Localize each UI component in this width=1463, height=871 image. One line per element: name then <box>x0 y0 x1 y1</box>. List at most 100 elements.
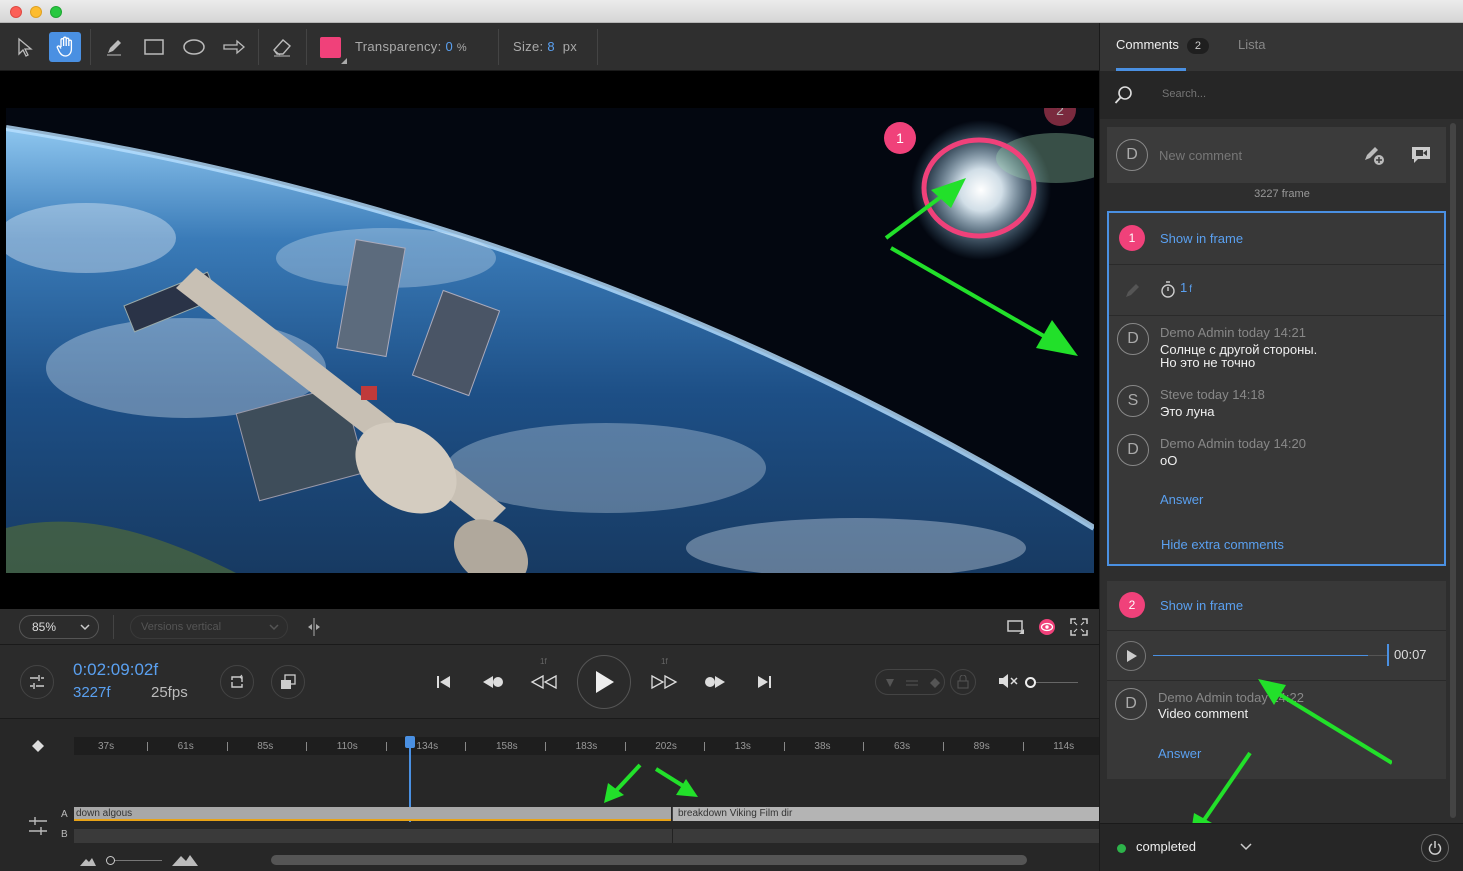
track-a-label: A <box>61 809 68 820</box>
show-in-frame-link[interactable]: Show in frame <box>1160 231 1243 246</box>
chevron-down-icon <box>80 624 90 631</box>
tab-comments[interactable]: Comments 2 <box>1116 37 1209 54</box>
clip-track-a-2[interactable]: breakdown Viking Film dir <box>672 807 1099 821</box>
search-icon[interactable] <box>1114 85 1134 105</box>
zoom-window-button[interactable] <box>50 6 62 18</box>
fullscreen-icon[interactable] <box>1070 618 1088 636</box>
avatar: D <box>1117 434 1149 466</box>
frame-number[interactable]: 3227f <box>73 684 111 701</box>
power-button[interactable] <box>1421 834 1449 862</box>
comment-thread-1[interactable]: 1 Show in frame 1f D Demo Admin today 14… <box>1107 211 1446 566</box>
ruler-tick-line <box>1022 742 1024 751</box>
settings-button[interactable] <box>20 665 54 699</box>
pointer-tool-button[interactable] <box>9 32 41 62</box>
annotation-toolbar: Transparency: 0 % Size: 8 px <box>0 23 1099 71</box>
marker-nav-group[interactable] <box>875 669 945 695</box>
prev-marker-icon <box>483 676 503 688</box>
audio-progress-track[interactable] <box>1153 655 1389 656</box>
go-to-end-button[interactable] <box>752 671 776 693</box>
video-comment-icon[interactable] <box>1411 145 1433 165</box>
previous-marker-button[interactable] <box>481 671 505 693</box>
timeline-scrollbar[interactable] <box>271 855 1027 865</box>
ruler-tick-line <box>465 742 467 751</box>
layers-button[interactable] <box>271 665 305 699</box>
panel-tabs: Comments 2 Lista <box>1100 23 1463 71</box>
eye-toggle-icon[interactable] <box>1038 618 1056 636</box>
keyframe-diamond-icon[interactable] <box>32 740 44 752</box>
ellipse-tool-button[interactable] <box>178 32 210 62</box>
new-comment-box[interactable]: D New comment <box>1107 127 1446 183</box>
video-frame[interactable]: 1 2 <box>6 108 1094 573</box>
panel-scrollbar[interactable] <box>1450 123 1456 818</box>
status-select[interactable]: completed <box>1136 839 1196 854</box>
chevron-down-icon[interactable] <box>1240 843 1252 851</box>
step-back-button[interactable] <box>530 671 558 693</box>
color-picker-swatch[interactable] <box>320 37 341 58</box>
mute-icon[interactable] <box>997 672 1021 690</box>
answer-link[interactable]: Answer <box>1160 492 1203 507</box>
timeline[interactable]: 37s 61s 85s 110s 134s 158s 183s 202s 13s 38s 63s 89… <box>0 719 1104 871</box>
ruler-tick-line <box>863 742 865 751</box>
timeline-zoom-slider[interactable] <box>110 860 162 861</box>
go-to-start-button[interactable] <box>432 671 456 693</box>
eraser-tool-button[interactable] <box>266 32 298 62</box>
size-control[interactable]: Size: 8 px <box>513 39 577 54</box>
zoom-value: 85% <box>32 620 57 634</box>
rectangle-tool-button[interactable] <box>138 32 170 62</box>
clip-track-a-1[interactable]: down algous <box>74 807 671 821</box>
skip-start-icon <box>437 676 450 688</box>
timeline-zoom-handle[interactable] <box>106 856 115 865</box>
show-in-frame-link[interactable]: Show in frame <box>1160 598 1243 613</box>
next-marker-button[interactable] <box>703 671 727 693</box>
stopwatch-icon <box>1161 281 1175 298</box>
draw-annotation-icon[interactable] <box>1362 144 1386 166</box>
hand-tool-button[interactable] <box>49 32 81 62</box>
lock-button[interactable] <box>950 669 976 695</box>
close-window-button[interactable] <box>10 6 22 18</box>
ruler-tick-label: 158s <box>496 741 518 752</box>
chevron-down-icon <box>269 624 279 631</box>
hide-extra-comments-link[interactable]: Hide extra comments <box>1161 537 1284 552</box>
transparency-control[interactable]: Transparency: 0 % <box>355 39 467 54</box>
zoom-select[interactable]: 85% <box>19 615 99 639</box>
answer-link[interactable]: Answer <box>1158 746 1201 761</box>
minimize-window-button[interactable] <box>30 6 42 18</box>
annotation-marker-1[interactable]: 1 <box>884 122 916 154</box>
pen-tool-button[interactable] <box>98 32 130 62</box>
video-viewer[interactable]: 1 2 <box>0 71 1099 609</box>
search-input[interactable] <box>1162 88 1422 100</box>
audio-play-button[interactable] <box>1116 641 1146 671</box>
ruler-tick-label: 85s <box>257 741 274 752</box>
volume-slider-handle[interactable] <box>1025 677 1036 688</box>
size-value[interactable]: 8 <box>547 39 555 54</box>
audio-progress-marker[interactable] <box>1387 644 1389 666</box>
ruler-tick-label: 63s <box>894 741 911 752</box>
display-mode-icon[interactable] <box>1007 619 1025 635</box>
ruler-tick-label: 38s <box>814 741 831 752</box>
playhead-handle[interactable] <box>405 736 415 748</box>
comment-thread-2[interactable]: 2 Show in frame 00:07 D Demo Admin today… <box>1107 581 1446 779</box>
marker-nav-icon <box>886 678 940 688</box>
step-forward-button[interactable] <box>650 671 678 693</box>
zoom-in-mountain-icon[interactable] <box>172 853 198 866</box>
comment-meta: Demo Admin today 14:21 <box>1160 325 1306 340</box>
split-view-icon[interactable] <box>306 618 322 636</box>
volume-slider[interactable] <box>1030 682 1078 683</box>
ruler-tick-label: 61s <box>177 741 194 752</box>
versions-select[interactable]: Versions vertical <box>130 615 288 639</box>
transparency-value[interactable]: 0 <box>445 39 453 54</box>
duration-unit: f <box>1189 284 1193 295</box>
avatar: D <box>1115 688 1147 720</box>
tab-list[interactable]: Lista <box>1238 37 1265 52</box>
power-icon <box>1428 841 1442 855</box>
play-button[interactable] <box>577 655 631 709</box>
track-b[interactable] <box>74 829 1099 843</box>
loop-button[interactable] <box>220 665 254 699</box>
timeline-ruler[interactable]: 37s 61s 85s 110s 134s 158s 183s 202s 13s 38s 63s 89… <box>74 737 1104 755</box>
size-label: Size: <box>513 39 544 54</box>
arrow-tool-button[interactable] <box>218 32 250 62</box>
new-comment-placeholder[interactable]: New comment <box>1159 148 1242 163</box>
track-settings-icon[interactable] <box>28 816 48 836</box>
zoom-out-mountain-icon[interactable] <box>80 856 96 866</box>
timecode-display[interactable]: 0:02:09:02f <box>73 660 158 680</box>
